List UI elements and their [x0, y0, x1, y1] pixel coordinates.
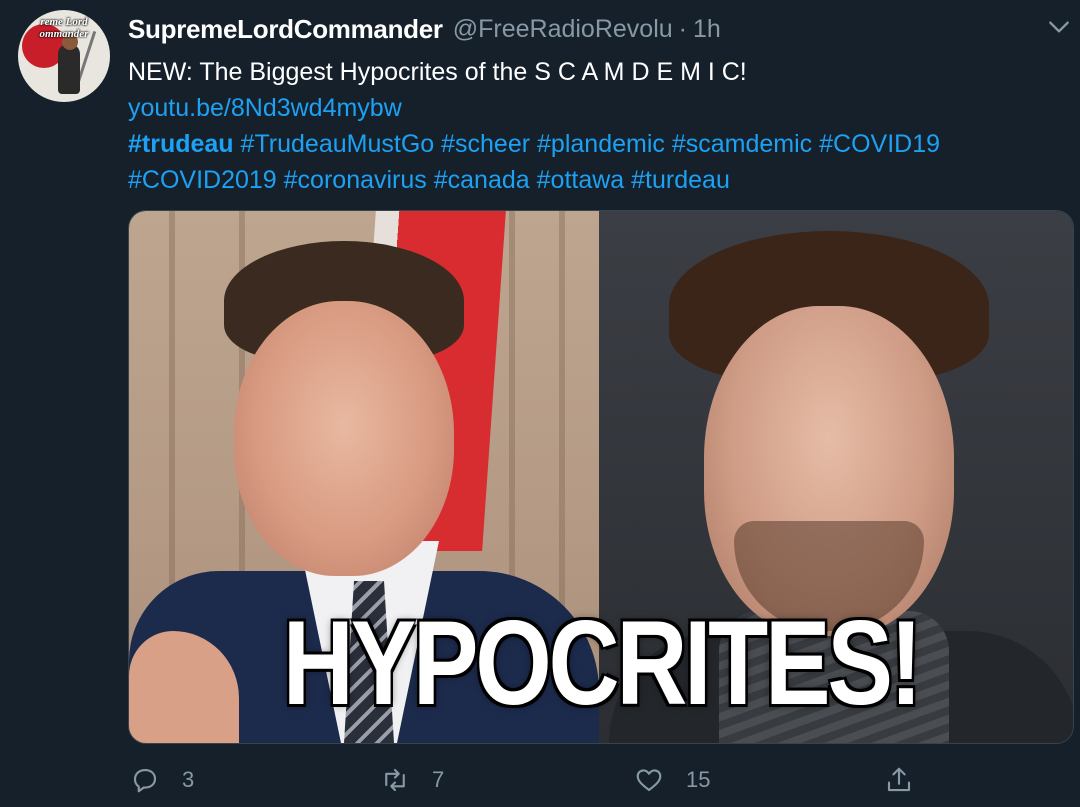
retweet-count: 7 — [432, 767, 445, 792]
tweet-link[interactable]: youtu.be/8Nd3wd4mybw — [128, 94, 402, 122]
reply-icon — [133, 768, 157, 793]
hashtag-line-2: #COVID2019 #coronavirus #canada #ottawa … — [128, 162, 1058, 198]
hashtag[interactable]: #scheer — [441, 130, 530, 158]
like-count: 15 — [686, 767, 711, 792]
avatar-figure-shape — [58, 44, 80, 94]
hashtag[interactable]: #canada — [434, 166, 530, 194]
hashtag[interactable]: #scamdemic — [672, 130, 812, 158]
tweet-text-line: NEW: The Biggest Hypocrites of the S C A… — [128, 58, 747, 86]
hashtag[interactable]: #turdeau — [631, 166, 730, 194]
hashtag[interactable]: #COVID19 — [819, 130, 940, 158]
hashtag[interactable]: #plandemic — [537, 130, 665, 158]
retweet-button[interactable]: 7 — [380, 760, 444, 800]
share-icon — [887, 767, 911, 792]
hashtag[interactable]: #COVID2019 — [128, 166, 277, 194]
reply-button[interactable]: 3 — [130, 760, 194, 800]
avatar[interactable]: reme Lord ommander — [18, 10, 110, 102]
tweet-text: NEW: The Biggest Hypocrites of the S C A… — [128, 54, 1058, 198]
tweet-media-image[interactable]: HYPOCRITES! — [128, 210, 1074, 744]
display-name[interactable]: SupremeLordCommander — [128, 14, 443, 45]
heart-icon — [636, 769, 662, 792]
tweet-timestamp[interactable]: 1h — [693, 15, 721, 44]
separator-dot: · — [678, 14, 687, 43]
tweet-action-bar: 3 7 15 — [128, 760, 1072, 800]
hashtag[interactable]: #TrudeauMustGo — [241, 130, 435, 158]
retweet-icon — [385, 768, 405, 792]
like-button[interactable]: 15 — [634, 760, 710, 800]
share-button[interactable] — [884, 760, 914, 800]
avatar-logo-text: reme Lord ommander — [39, 16, 89, 40]
hashtag[interactable]: #coronavirus — [284, 166, 427, 194]
hashtag[interactable]: #trudeau — [128, 130, 234, 158]
chevron-down-icon[interactable] — [1046, 14, 1072, 40]
person-left-face — [234, 301, 454, 576]
hashtag-line-1: #trudeau #TrudeauMustGo #scheer #plandem… — [128, 126, 1058, 162]
tweet-header: SupremeLordCommander @FreeRadioRevolu · … — [128, 12, 721, 46]
media-caption-text: HYPOCRITES! — [282, 596, 923, 730]
hashtag[interactable]: #ottawa — [537, 166, 625, 194]
tweet[interactable]: reme Lord ommander SupremeLordCommander … — [0, 0, 1080, 807]
reply-count: 3 — [182, 767, 195, 792]
user-handle[interactable]: @FreeRadioRevolu — [453, 15, 673, 44]
